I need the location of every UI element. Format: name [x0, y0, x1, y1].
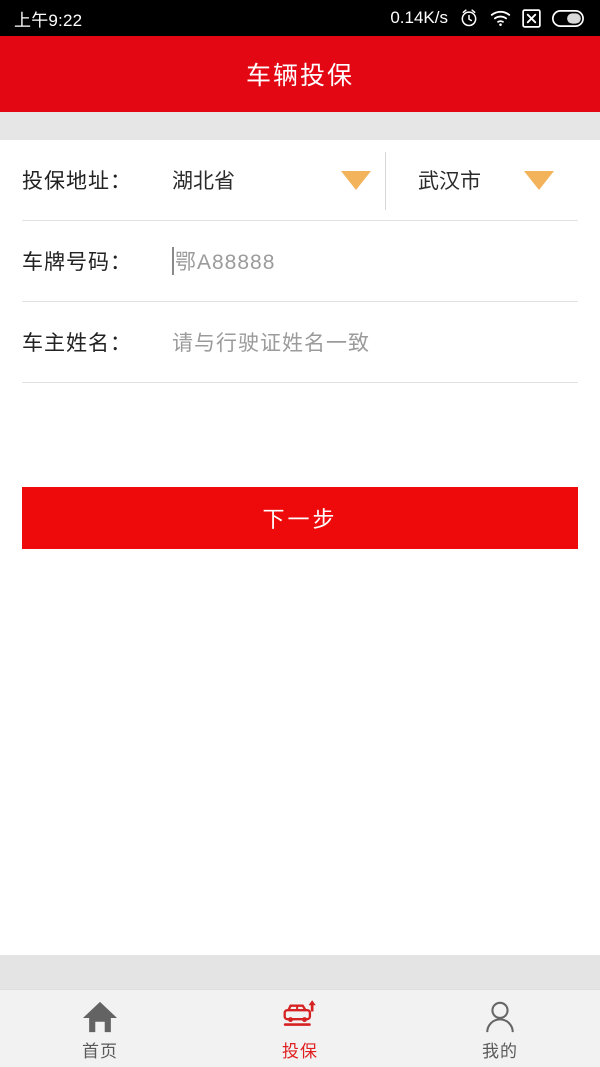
- page-header: 车辆投保: [0, 36, 600, 112]
- content-filler: [0, 549, 600, 955]
- battery-icon: [552, 9, 586, 27]
- owner-name-placeholder: 请与行驶证姓名一致: [172, 332, 370, 355]
- status-bar: 上午9:22 0.14K/s: [0, 0, 600, 36]
- nav-item-mine[interactable]: 我的: [400, 990, 600, 1067]
- city-select[interactable]: 武汉市: [386, 140, 578, 220]
- owner-name-input[interactable]: 请与行驶证姓名一致: [172, 327, 370, 357]
- plate-number-label: 车牌号码：: [22, 251, 132, 274]
- next-step-button[interactable]: 下一步: [22, 487, 578, 549]
- status-bar-right: 0.14K/s: [390, 8, 586, 28]
- nav-label-home: 首页: [82, 1041, 118, 1061]
- nav-label-mine: 我的: [482, 1041, 518, 1061]
- province-value: 湖北省: [172, 170, 235, 193]
- no-signal-icon: [522, 8, 541, 28]
- car-insure-icon: [279, 996, 321, 1034]
- bottom-navigation: 首页 投保 我的: [0, 989, 600, 1067]
- owner-name-row: 车主姓名： 请与行驶证姓名一致: [22, 302, 578, 383]
- city-value: 武汉市: [418, 170, 481, 193]
- bottom-separator-band: [0, 955, 600, 989]
- plate-number-input[interactable]: 鄂A88888: [172, 246, 275, 276]
- province-select[interactable]: 湖北省: [172, 140, 385, 220]
- alarm-icon: [459, 8, 479, 28]
- chevron-down-icon: [341, 170, 371, 190]
- person-icon: [483, 996, 517, 1034]
- address-selectors: 湖北省 武汉市: [172, 140, 578, 220]
- nav-item-home[interactable]: 首页: [0, 990, 200, 1067]
- text-cursor: [172, 247, 174, 275]
- address-label: 投保地址：: [22, 170, 132, 193]
- address-row: 投保地址： 湖北省 武汉市: [22, 140, 578, 221]
- header-separator-band: [0, 112, 600, 140]
- plate-number-placeholder: 鄂A88888: [175, 251, 276, 274]
- page-title: 车辆投保: [245, 62, 354, 90]
- status-time: 上午9:22: [14, 10, 83, 30]
- chevron-down-icon: [524, 170, 554, 190]
- nav-item-insure[interactable]: 投保: [200, 990, 400, 1067]
- plate-number-row: 车牌号码： 鄂A88888: [22, 221, 578, 302]
- nav-label-insure: 投保: [282, 1041, 318, 1061]
- next-button-area: 下一步: [0, 383, 600, 549]
- home-icon: [81, 996, 119, 1034]
- owner-name-label: 车主姓名：: [22, 332, 132, 355]
- insurance-form: 投保地址： 湖北省 武汉市 车牌号码： 鄂A88888 车主姓名： 请与行驶证姓…: [0, 140, 600, 383]
- app-screen: 上午9:22 0.14K/s 车辆投保 投保地址： 湖北省 武汉市 车牌号码： …: [0, 0, 600, 1067]
- wifi-icon: [490, 9, 511, 27]
- network-speed-text: 0.14K/s: [390, 8, 448, 27]
